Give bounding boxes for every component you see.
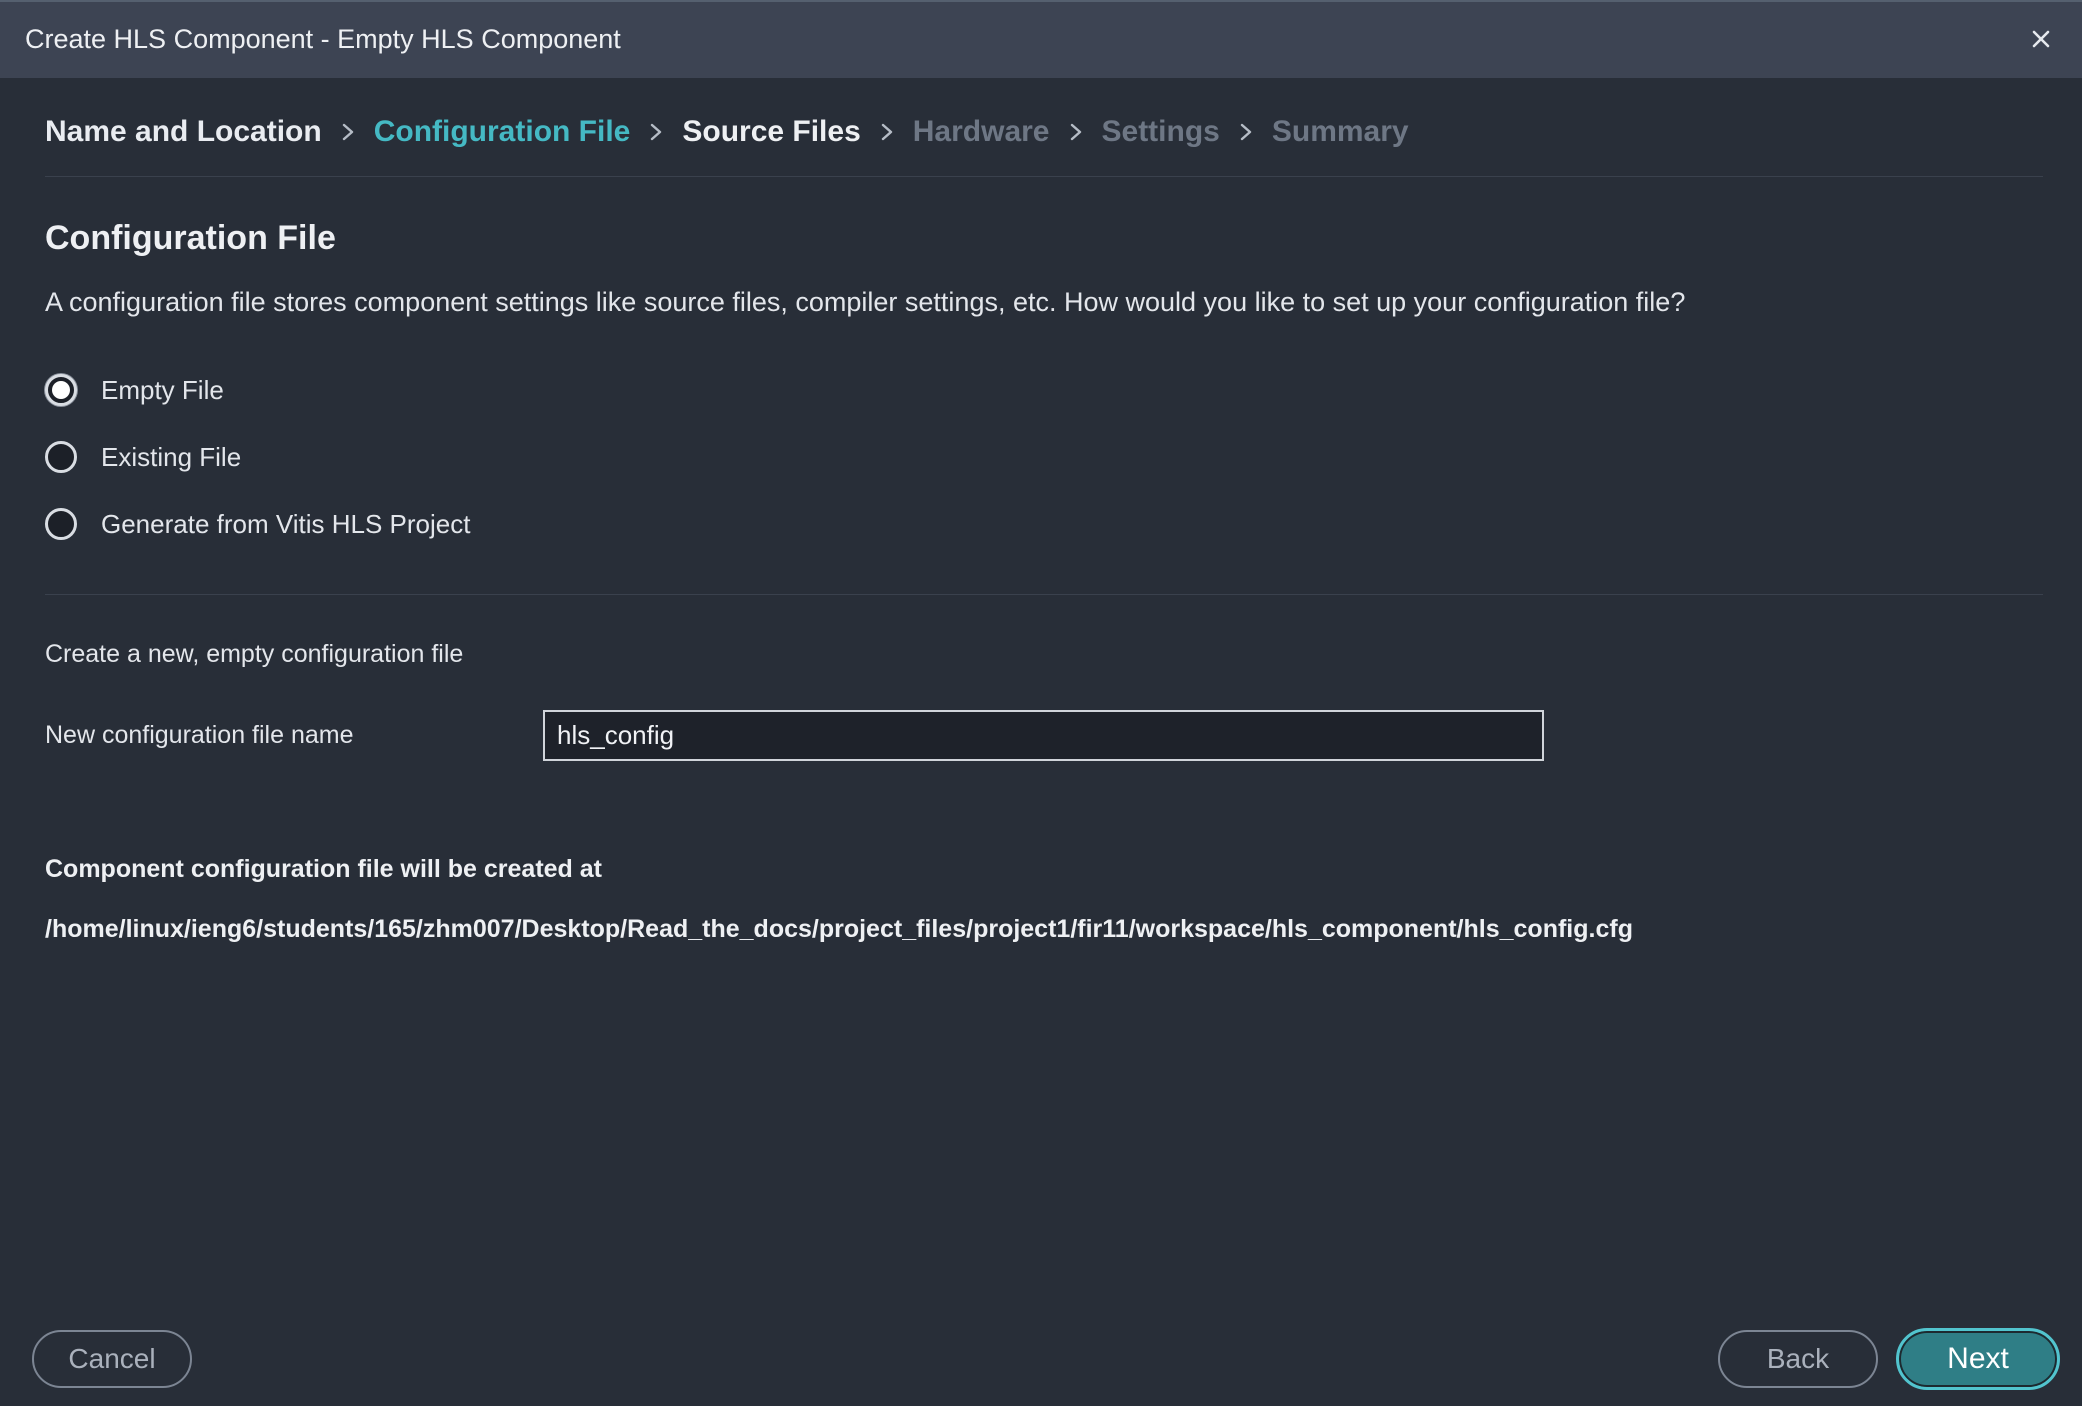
option-existing-file[interactable]: Existing File [45,437,241,477]
step-summary: Summary [1271,115,1409,148]
empty-file-description: Create a new, empty configuration file [45,640,464,668]
option-label: Empty File [101,374,224,405]
close-icon[interactable] [2022,20,2060,58]
dialog-title: Create HLS Component - Empty HLS Compone… [25,24,621,54]
next-button[interactable]: Next [1896,1328,2060,1390]
section-title: Configuration File [45,219,336,257]
chevron-right-icon [1220,118,1272,146]
cancel-button[interactable]: Cancel [32,1330,192,1388]
config-file-name-input[interactable] [543,710,1544,761]
step-settings: Settings [1101,115,1220,148]
section-description: A configuration file stores component se… [45,287,1686,317]
radio-empty-file[interactable] [45,374,77,406]
step-source-files[interactable]: Source Files [682,115,860,149]
option-label: Existing File [101,441,242,472]
location-path: /home/linux/ieng6/students/165/zhm007/De… [45,915,1633,943]
step-configuration-file[interactable]: Configuration File [374,115,631,149]
option-generate-from-vitis[interactable]: Generate from Vitis HLS Project [45,504,470,544]
create-hls-component-dialog: Create HLS Component - Empty HLS Compone… [0,0,2082,1406]
option-empty-file[interactable]: Empty File [45,370,224,410]
divider [45,176,2043,177]
step-name-and-location[interactable]: Name and Location [45,115,322,149]
chevron-right-icon [1050,118,1102,146]
back-button[interactable]: Back [1718,1330,1878,1388]
location-heading: Component configuration file will be cre… [45,855,602,883]
chevron-right-icon [630,118,682,146]
wizard-breadcrumb: Name and Location Configuration File Sou… [45,112,1409,152]
option-label: Generate from Vitis HLS Project [101,508,471,539]
step-hardware: Hardware [912,115,1050,148]
radio-generate-from-vitis[interactable] [45,508,77,540]
dialog-titlebar: Create HLS Component - Empty HLS Compone… [0,0,2082,78]
radio-existing-file[interactable] [45,441,77,473]
chevron-right-icon [861,118,913,146]
divider [45,594,2043,595]
chevron-right-icon [322,118,374,146]
config-file-name-label: New configuration file name [45,721,354,749]
